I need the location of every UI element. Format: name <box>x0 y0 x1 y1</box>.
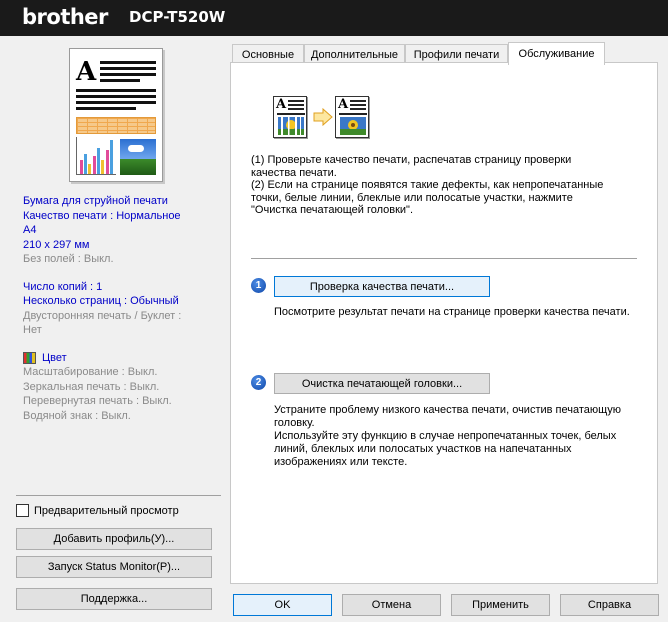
instruction-line: (1) Проверьте качество печати, распечата… <box>251 154 572 166</box>
summary-color-row: Цвет <box>23 351 219 366</box>
tab-advanced[interactable]: Дополнительные <box>304 44 405 64</box>
apply-button[interactable]: Применить <box>451 594 550 616</box>
summary-media-type: Бумага для струйной печати <box>23 195 168 207</box>
summary-color: Цвет <box>42 351 67 364</box>
summary-reverse: Перевернутая печать : Выкл. <box>23 395 172 407</box>
cancel-button[interactable]: Отмена <box>342 594 441 616</box>
summary-print-quality: Качество печати : Нормальное <box>23 209 181 222</box>
step-2-description-line: головку. <box>274 417 315 429</box>
help-button[interactable]: Справка <box>560 594 659 616</box>
summary-scaling: Масштабирование : Выкл. <box>23 366 158 378</box>
instruction-line: точки, белые линии, блеклые или полосаты… <box>251 191 573 204</box>
left-divider <box>16 495 221 496</box>
printer-model: DCP-T520W <box>129 8 226 26</box>
settings-summary: Бумага для струйной печати Качество печа… <box>23 194 219 423</box>
step-2-description: Устраните проблему низкого качества печа… <box>274 404 644 469</box>
add-profile-button[interactable]: Добавить профиль(У)... <box>16 528 212 550</box>
preview-photo-icon <box>120 139 156 175</box>
step-2-description-line: Используйте эту функцию в случае непропе… <box>274 430 617 442</box>
brand-logo: brother <box>22 5 108 29</box>
instruction-line: качества печати. <box>251 166 337 179</box>
summary-mirror: Зеркальная печать : Выкл. <box>23 380 160 393</box>
app-header: brother DCP-T520W <box>0 0 668 36</box>
instruction-line: "Очистка печатающей головки". <box>251 204 414 216</box>
print-preview-option[interactable]: Предварительный просмотр <box>16 504 179 517</box>
ok-button[interactable]: OK <box>233 594 332 616</box>
clean-print-icon: A <box>335 96 369 138</box>
print-check-sheet-button[interactable]: Проверка качества печати... <box>274 276 490 297</box>
print-quality-diagram: A A <box>273 96 373 140</box>
support-button[interactable]: Поддержка... <box>16 588 212 610</box>
head-cleaning-button[interactable]: Очистка печатающей головки... <box>274 373 490 394</box>
summary-paper-size: A4 <box>23 224 37 236</box>
print-preview-label: Предварительный просмотр <box>34 504 179 517</box>
section-divider <box>251 258 637 259</box>
summary-duplex: Двусторонняя печать / Буклет : <box>23 309 182 322</box>
summary-paper-dimensions: 210 x 297 мм <box>23 238 90 251</box>
preview-table-icon <box>76 117 156 134</box>
status-monitor-button[interactable]: Запуск Status Monitor(P)... <box>16 556 212 578</box>
preview-chart-icon <box>76 137 116 175</box>
summary-watermark: Водяной знак : Выкл. <box>23 409 131 422</box>
faulty-print-icon: A <box>273 96 307 138</box>
summary-copies: Число копий : 1 <box>23 280 103 293</box>
summary-duplex-value: Нет <box>23 324 42 336</box>
step-1-badge: 1 <box>251 278 266 293</box>
step-2-description-line: линий, блеклых или полосатых участков на… <box>274 443 572 455</box>
tab-basic[interactable]: Основные <box>232 44 304 64</box>
summary-borderless: Без полей : Выкл. <box>23 253 114 265</box>
left-panel: A Бумага для струйной печати Качество пе… <box>8 40 224 614</box>
instruction-line: (2) Если на странице появятся такие дефе… <box>251 179 604 191</box>
step-1-description: Посмотрите результат печати на странице … <box>274 306 630 318</box>
tab-maintenance[interactable]: Обслуживание <box>508 42 605 65</box>
print-preview-checkbox[interactable] <box>16 504 29 517</box>
maintenance-panel: A A (1) Проверьте качество печати, распе… <box>230 62 658 584</box>
arrow-right-icon <box>313 108 333 126</box>
summary-multiple-page: Несколько страниц : Обычный <box>23 295 179 307</box>
step-2-badge: 2 <box>251 375 266 390</box>
color-palette-icon <box>23 351 36 364</box>
step-2-description-line: изображениях или тексте. <box>274 456 408 468</box>
maintenance-instructions: (1) Проверьте качество печати, распечата… <box>251 154 641 217</box>
page-preview-image: A <box>69 48 163 182</box>
tab-print-profiles[interactable]: Профили печати <box>405 44 508 64</box>
preview-letter-icon: A <box>76 57 97 87</box>
step-2-description-line: Устраните проблему низкого качества печа… <box>274 404 622 416</box>
